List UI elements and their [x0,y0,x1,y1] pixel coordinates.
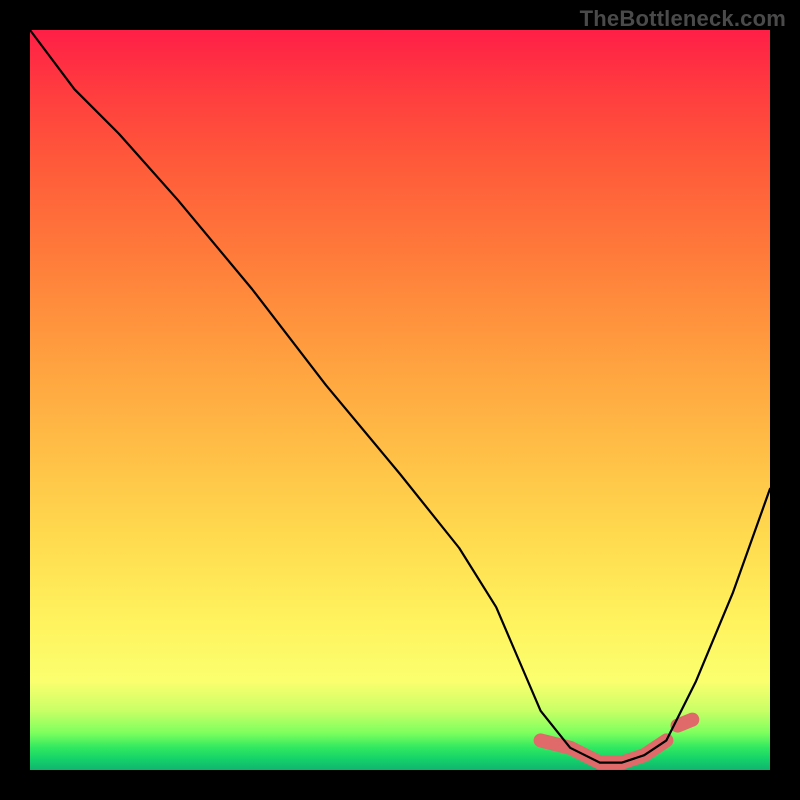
chart-svg [30,30,770,770]
watermark-text: TheBottleneck.com [580,6,786,32]
optimal-range-extra-dot [678,720,693,726]
optimal-range-highlight [541,740,667,762]
plot-area [30,30,770,770]
outer-frame: TheBottleneck.com [0,0,800,800]
bottleneck-curve [30,30,770,763]
